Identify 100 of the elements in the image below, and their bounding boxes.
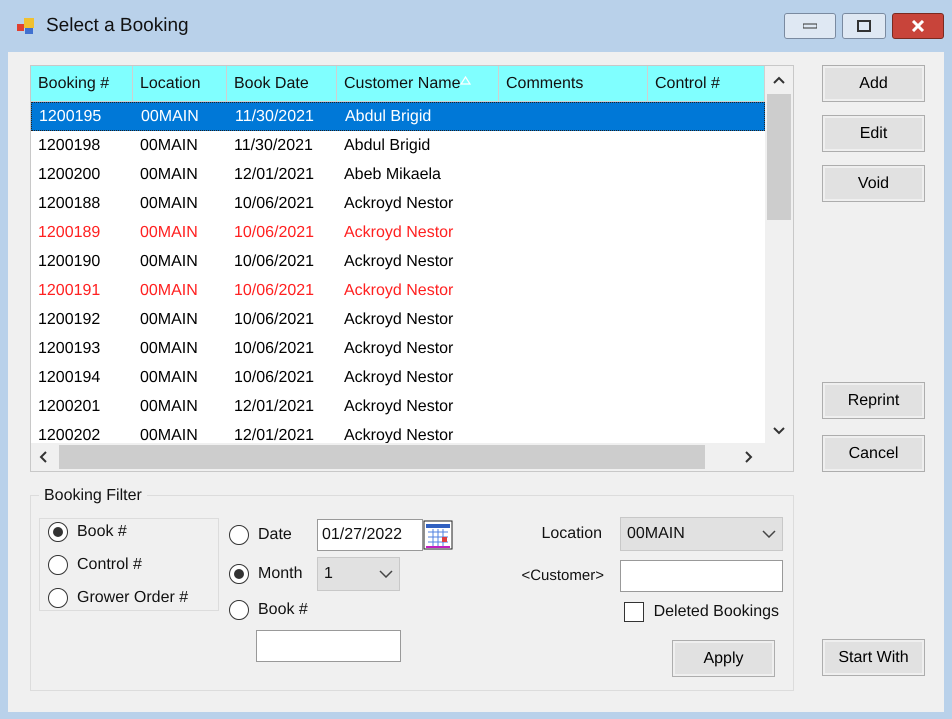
table-cell-text: Abdul Brigid [345, 106, 432, 126]
table-cell-text: 1200191 [38, 280, 100, 300]
table-cell-text: 00MAIN [140, 280, 198, 300]
radio-label[interactable]: Grower Order # [77, 586, 188, 610]
customer-field[interactable] [620, 560, 783, 592]
radio-label[interactable]: Book # [258, 598, 308, 622]
scroll-thumb[interactable] [767, 94, 791, 220]
table-cell-text: 1200194 [38, 368, 100, 388]
table-cell-text: Abeb Mikaela [344, 164, 441, 184]
date-field[interactable]: 01/27/2022 [317, 519, 423, 551]
table-cell-text: 1200202 [38, 426, 100, 443]
vertical-scrollbar[interactable] [765, 66, 793, 443]
table-cell-text: 1200201 [38, 396, 100, 416]
button[interactable]: Start With [822, 639, 925, 676]
button[interactable]: Add [822, 65, 925, 102]
table-cell-text: 10/06/2021 [234, 280, 314, 300]
radio-label[interactable]: Control # [77, 552, 142, 576]
app-icon [16, 16, 36, 36]
radio-label[interactable]: Date [258, 523, 292, 547]
sort-ascending-icon [460, 76, 472, 85]
book-number-field[interactable] [256, 630, 401, 662]
table-row[interactable]: 1200193 00MAIN 10/06/2021 Ackroyd Nestor [31, 334, 765, 363]
table-cell-text: 1200200 [38, 164, 100, 184]
table-cell-text: 00MAIN [140, 222, 198, 242]
table-row[interactable]: 1200198 00MAIN 11/30/2021 Abdul Brigid [31, 131, 765, 160]
table-row[interactable]: 1200195 00MAIN 11/30/2021 Abdul Brigid [31, 102, 765, 131]
table-cell-text: 1200195 [39, 106, 102, 126]
maximize-button[interactable] [842, 13, 886, 39]
table-row[interactable]: 1200190 00MAIN 10/06/2021 Ackroyd Nestor [31, 247, 765, 276]
radio-button[interactable] [48, 554, 68, 574]
radio-label[interactable]: Month [258, 562, 302, 586]
restore-icon [857, 20, 871, 32]
table-cell-text: 00MAIN [140, 338, 198, 358]
table-row[interactable]: 1200192 00MAIN 10/06/2021 Ackroyd Nestor [31, 305, 765, 334]
table-cell-text: Ackroyd Nestor [344, 426, 454, 443]
minimize-button[interactable] [784, 13, 836, 39]
scroll-up-icon [773, 76, 785, 84]
table-row[interactable]: 1200188 00MAIN 10/06/2021 Ackroyd Nestor [31, 189, 765, 218]
checkbox[interactable] [624, 602, 644, 622]
radio-button[interactable] [48, 522, 68, 542]
location-dropdown[interactable]: 00MAIN [620, 517, 783, 551]
table-cell-text: Abdul Brigid [344, 136, 430, 156]
radio-button[interactable] [229, 600, 249, 620]
calendar-icon[interactable] [423, 520, 453, 550]
table-cell-text: 10/06/2021 [234, 194, 314, 214]
table-cell-text: 00MAIN [140, 368, 198, 388]
radio-button[interactable] [229, 525, 249, 545]
table-row[interactable]: 1200202 00MAIN 12/01/2021 Ackroyd Nestor [31, 421, 765, 443]
table-cell-text: Ackroyd Nestor [344, 252, 454, 272]
table-cell-text: 00MAIN [140, 194, 198, 214]
table-cell-text: Ackroyd Nestor [344, 368, 454, 388]
scroll-right-icon [745, 451, 753, 463]
table-cell-text: 1200192 [38, 310, 100, 330]
table-cell-text: 12/01/2021 [234, 164, 314, 184]
horizontal-scrollbar[interactable] [31, 443, 793, 471]
close-icon [911, 20, 925, 32]
close-button[interactable] [892, 13, 944, 39]
table-cell-text: 00MAIN [140, 396, 198, 416]
table-cell-text: Ackroyd Nestor [344, 222, 454, 242]
button[interactable]: Edit [822, 115, 925, 152]
chevron-down-icon [762, 530, 776, 538]
table-cell-text: Ackroyd Nestor [344, 310, 454, 330]
table-cell-text: 10/06/2021 [234, 368, 314, 388]
table-cell-text: 00MAIN [140, 136, 198, 156]
table-row[interactable]: 1200191 00MAIN 10/06/2021 Ackroyd Nestor [31, 276, 765, 305]
table-cell-text: 10/06/2021 [234, 222, 314, 242]
table-cell-text: 00MAIN [140, 252, 198, 272]
table-cell-text: 1200189 [38, 222, 100, 242]
checkbox-label[interactable]: Deleted Bookings [654, 600, 779, 624]
table-cell-text: 10/06/2021 [234, 310, 314, 330]
table-cell-text: 10/06/2021 [234, 338, 314, 358]
chevron-down-icon [379, 570, 393, 578]
scroll-thumb[interactable] [59, 445, 705, 469]
table-cell-text: Ackroyd Nestor [344, 396, 454, 416]
field-label: Location [542, 524, 602, 544]
button[interactable]: Apply [672, 640, 775, 677]
radio-button[interactable] [229, 564, 249, 584]
table-cell-text: 12/01/2021 [234, 396, 314, 416]
field-label: <Customer> [521, 566, 604, 586]
table-row[interactable]: 1200189 00MAIN 10/06/2021 Ackroyd Nestor [31, 218, 765, 247]
table-cell-text: Ackroyd Nestor [344, 338, 454, 358]
button[interactable]: Reprint [822, 382, 925, 419]
table-cell-text: 00MAIN [140, 164, 198, 184]
table-row[interactable]: 1200201 00MAIN 12/01/2021 Ackroyd Nestor [31, 392, 765, 421]
scroll-left-icon [39, 451, 47, 463]
table-cell-text: 12/01/2021 [234, 426, 314, 443]
table-cell-text: Ackroyd Nestor [344, 280, 454, 300]
month-dropdown[interactable]: 1 [317, 557, 400, 591]
radio-button[interactable] [48, 588, 68, 608]
table-cell-text: 11/30/2021 [234, 136, 313, 156]
table-row[interactable]: 1200194 00MAIN 10/06/2021 Ackroyd Nestor [31, 363, 765, 392]
table-row[interactable]: 1200200 00MAIN 12/01/2021 Abeb Mikaela [31, 160, 765, 189]
table-cell-text: 1200198 [38, 136, 100, 156]
button[interactable]: Void [822, 165, 925, 202]
window-title: Select a Booking [46, 14, 189, 38]
radio-label[interactable]: Book # [77, 520, 127, 544]
scroll-down-icon [773, 427, 785, 435]
button[interactable]: Cancel [822, 435, 925, 472]
table-cell-text: 00MAIN [141, 106, 199, 126]
table-cell-text: 00MAIN [140, 310, 198, 330]
